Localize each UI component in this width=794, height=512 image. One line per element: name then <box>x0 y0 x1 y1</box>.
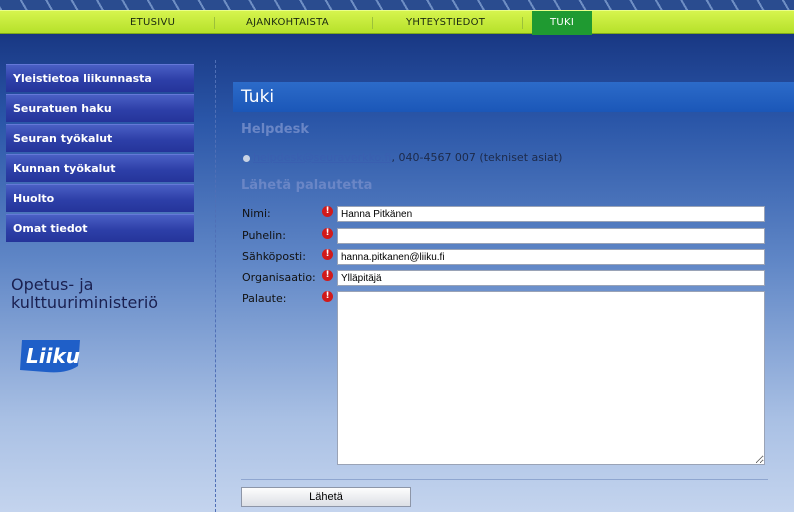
name-field[interactable] <box>337 206 765 222</box>
required-exclamation-icon: ! <box>322 228 333 239</box>
liiku-logo-icon: Liiku <box>20 340 80 373</box>
top-decoration <box>0 0 794 10</box>
helpdesk-info: , 040-4567 007 (tekniset asiat) <box>391 151 563 164</box>
organization-field[interactable] <box>337 270 765 286</box>
top-navigation: ETUSIVU AJANKOHTAISTA YHTEYSTIEDOT TUKI <box>0 10 794 35</box>
required-exclamation-icon: ! <box>322 206 333 217</box>
nav-ajankohtaista[interactable]: AJANKOHTAISTA <box>246 11 329 35</box>
feedback-heading: Lähetä palautetta <box>241 178 373 193</box>
helpdesk-line: helpdesk@seuraverkko.fi, 040-4567 007 (t… <box>243 151 562 164</box>
helpdesk-email-link[interactable]: helpdesk@seuraverkko.fi <box>253 151 391 164</box>
nav-etusivu[interactable]: ETUSIVU <box>130 11 175 35</box>
sidebar-item-yleistietoa[interactable]: Yleistietoa liikunnasta <box>6 64 194 92</box>
required-exclamation-icon: ! <box>322 291 333 302</box>
page-title: Tuki <box>241 87 275 107</box>
helpdesk-heading: Helpdesk <box>241 122 309 137</box>
sidebar-item-kunnan-tyokalut[interactable]: Kunnan työkalut <box>6 154 194 182</box>
column-divider <box>215 60 216 512</box>
sidebar: Yleistietoa liikunnasta Seuratuen haku S… <box>0 64 196 244</box>
email-field[interactable] <box>337 249 765 265</box>
required-exclamation-icon: ! <box>322 249 333 260</box>
phone-field[interactable] <box>337 228 765 244</box>
logo-text: Liiku <box>26 344 80 368</box>
sidebar-item-omat-tiedot[interactable]: Omat tiedot <box>6 214 194 242</box>
sidebar-item-seuran-tyokalut[interactable]: Seuran työkalut <box>6 124 194 152</box>
sidebar-item-huolto[interactable]: Huolto <box>6 184 194 212</box>
sidebar-item-seuratuen-haku[interactable]: Seuratuen haku <box>6 94 194 122</box>
ministry-line-1: Opetus- ja <box>11 275 94 294</box>
feedback-label: Palaute: <box>242 292 287 305</box>
required-exclamation-icon: ! <box>322 270 333 281</box>
organization-label: Organisaatio: <box>242 271 316 284</box>
nav-separator <box>522 17 523 29</box>
feedback-textarea[interactable] <box>337 291 765 465</box>
nav-separator <box>214 17 215 29</box>
form-divider <box>241 479 768 480</box>
phone-label: Puhelin: <box>242 229 286 242</box>
ministry-logo-text[interactable]: Opetus- ja kulttuuriministeriö <box>11 276 191 312</box>
ministry-line-2: kulttuuriministeriö <box>11 293 159 312</box>
liiku-logo[interactable]: Liiku <box>16 336 88 376</box>
submit-button[interactable]: Lähetä <box>241 487 411 507</box>
bullet-icon <box>243 154 250 162</box>
nav-yhteystiedot[interactable]: YHTEYSTIEDOT <box>406 11 485 35</box>
nav-tuki[interactable]: TUKI <box>532 11 593 35</box>
email-label: Sähköposti: <box>242 250 306 263</box>
page-header: Tuki <box>233 82 794 112</box>
nav-separator <box>372 17 373 29</box>
name-label: Nimi: <box>242 207 271 220</box>
